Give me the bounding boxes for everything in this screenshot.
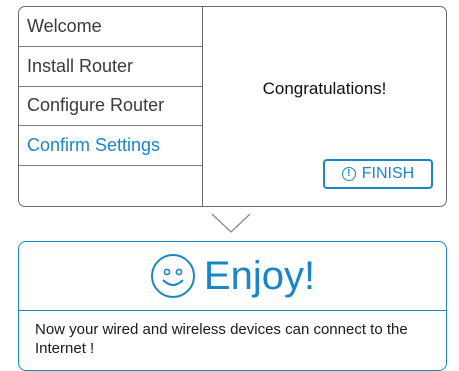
wizard-steps-list: Welcome Install Router Configure Router … (19, 7, 203, 206)
chevron-down-icon (211, 213, 251, 233)
wizard-step-label: Configure Router (27, 95, 165, 116)
wizard-content: Congratulations! ! FINISH (203, 7, 446, 206)
wizard-step-label: Welcome (27, 15, 102, 36)
enjoy-title: Enjoy! (203, 253, 316, 298)
wizard-step-install-router[interactable]: Install Router (19, 47, 202, 87)
enjoy-message: Now your wired and wireless devices can … (35, 321, 408, 357)
wizard-step-welcome[interactable]: Welcome (19, 7, 202, 47)
finish-button-label: FINISH (361, 165, 415, 182)
congratulations-text: Congratulations! (262, 79, 387, 98)
wizard-step-empty (19, 166, 202, 206)
smiley-icon (150, 254, 195, 298)
enjoy-panel: Enjoy! Now your wired and wireless devic… (18, 241, 447, 371)
wizard-step-label: Install Router (27, 55, 134, 76)
setup-wizard-panel: Welcome Install Router Configure Router … (18, 6, 447, 207)
wizard-step-confirm-settings[interactable]: Confirm Settings (19, 126, 202, 167)
wizard-step-configure-router[interactable]: Configure Router (19, 87, 202, 127)
enjoy-header: Enjoy! (19, 242, 446, 311)
finish-button[interactable]: ! FINISH (323, 159, 433, 189)
info-circle-icon: ! (341, 167, 356, 181)
wizard-step-label: Confirm Settings (27, 135, 161, 156)
